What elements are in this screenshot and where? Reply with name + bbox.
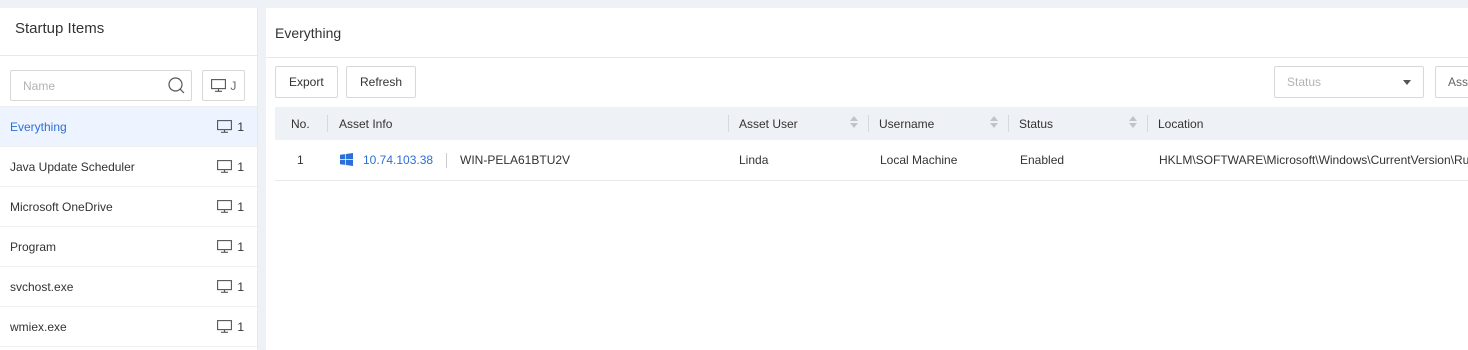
list-item[interactable]: wmiex.exe 1 xyxy=(0,307,257,347)
sort-icon[interactable] xyxy=(850,116,858,128)
cell-username: Local Machine xyxy=(880,153,958,167)
column-header-status[interactable]: Status xyxy=(1008,107,1147,140)
view-by-asset-button[interactable]: J xyxy=(202,70,245,101)
list-item[interactable]: svchost.exe 1 xyxy=(0,267,257,307)
column-header-location: Location xyxy=(1147,107,1468,140)
column-header-asset-user[interactable]: Asset User xyxy=(728,107,868,140)
asset-filter-select[interactable]: Ass xyxy=(1435,66,1468,98)
status-placeholder: Status xyxy=(1287,75,1322,89)
column-header-asset-info: Asset Info xyxy=(327,107,728,140)
search-icon[interactable] xyxy=(168,77,185,94)
list-item[interactable]: Program 1 xyxy=(0,227,257,267)
column-header-label: Status xyxy=(1019,116,1054,131)
column-header-label: Asset Info xyxy=(339,116,393,131)
list-item-label: Everything xyxy=(10,119,67,134)
column-header-no: No. xyxy=(291,116,310,131)
list-item-label: Java Update Scheduler xyxy=(10,159,135,174)
column-header-label: Username xyxy=(879,116,935,131)
column-header-label: Location xyxy=(1158,116,1204,131)
cell-asset-user: Linda xyxy=(739,153,769,167)
startup-items-panel: Startup Items J Everything 1 xyxy=(0,8,258,350)
count-value: 1 xyxy=(237,279,244,294)
cell-hostname: WIN-PELA61BTU2V xyxy=(460,153,571,167)
asset-count: 1 xyxy=(217,240,244,254)
asset-filter-label: Ass xyxy=(1448,75,1468,89)
column-header-username[interactable]: Username xyxy=(868,107,1008,140)
count-value: 1 xyxy=(237,239,244,254)
asset-count: 1 xyxy=(217,120,244,134)
count-value: 1 xyxy=(237,159,244,174)
list-item-everything[interactable]: Everything 1 xyxy=(0,107,257,147)
count-value: 1 xyxy=(237,319,244,334)
table-header: No. Asset Info Asset User Username Statu… xyxy=(275,107,1468,140)
list-item-label: svchost.exe xyxy=(10,279,74,294)
monitor-icon xyxy=(217,320,233,333)
startup-items-table: No. Asset Info Asset User Username Statu… xyxy=(275,107,1468,181)
column-header-label: Asset User xyxy=(739,116,798,131)
toolbar: Export Refresh Status Ass xyxy=(266,58,1468,108)
asset-count: 1 xyxy=(217,320,244,334)
asset-count: 1 xyxy=(217,200,244,214)
search-box xyxy=(10,70,192,101)
cell-no: 1 xyxy=(297,153,304,167)
list-item-label: Program xyxy=(10,239,57,254)
sort-icon[interactable] xyxy=(1129,116,1137,128)
monitor-icon xyxy=(217,240,233,253)
monitor-icon xyxy=(217,200,233,213)
monitor-icon xyxy=(217,160,233,173)
sort-icon[interactable] xyxy=(990,116,998,128)
table-row[interactable]: 1 10.74.103.38 WIN-PELA61BTU2V Linda Loc… xyxy=(275,140,1468,181)
list-item[interactable]: Microsoft OneDrive 1 xyxy=(0,187,257,227)
panel-title: Startup Items xyxy=(0,8,257,56)
cell-status: Enabled xyxy=(1020,153,1065,167)
monitor-icon xyxy=(217,120,233,133)
list-item-label: Microsoft OneDrive xyxy=(10,199,113,214)
status-filter-select[interactable]: Status xyxy=(1274,66,1424,98)
caret-down-icon xyxy=(1403,79,1411,85)
main-panel: Everything Export Refresh Status Ass No.… xyxy=(266,8,1468,350)
monitor-icon xyxy=(211,79,226,92)
page-title: Everything xyxy=(266,8,1468,58)
asset-count: 1 xyxy=(217,160,244,174)
asset-count: 1 xyxy=(217,280,244,294)
refresh-button[interactable]: Refresh xyxy=(346,66,417,98)
list-item-label: wmiex.exe xyxy=(10,319,67,334)
list-item[interactable]: Java Update Scheduler 1 xyxy=(0,147,257,187)
export-button[interactable]: Export xyxy=(275,66,338,98)
view-button-label: J xyxy=(228,78,237,93)
startup-item-list: Everything 1 Java Update Scheduler 1 Mic… xyxy=(0,106,257,347)
windows-icon xyxy=(340,153,353,166)
search-row: J xyxy=(0,56,257,106)
asset-ip-link[interactable]: 10.74.103.38 xyxy=(363,140,433,180)
name-search-input[interactable] xyxy=(11,71,156,100)
count-value: 1 xyxy=(237,199,244,214)
cell-divider xyxy=(446,153,447,168)
count-value: 1 xyxy=(237,119,244,134)
cell-location: HKLM\SOFTWARE\Microsoft\Windows\CurrentV… xyxy=(1159,153,1468,167)
monitor-icon xyxy=(217,280,233,293)
